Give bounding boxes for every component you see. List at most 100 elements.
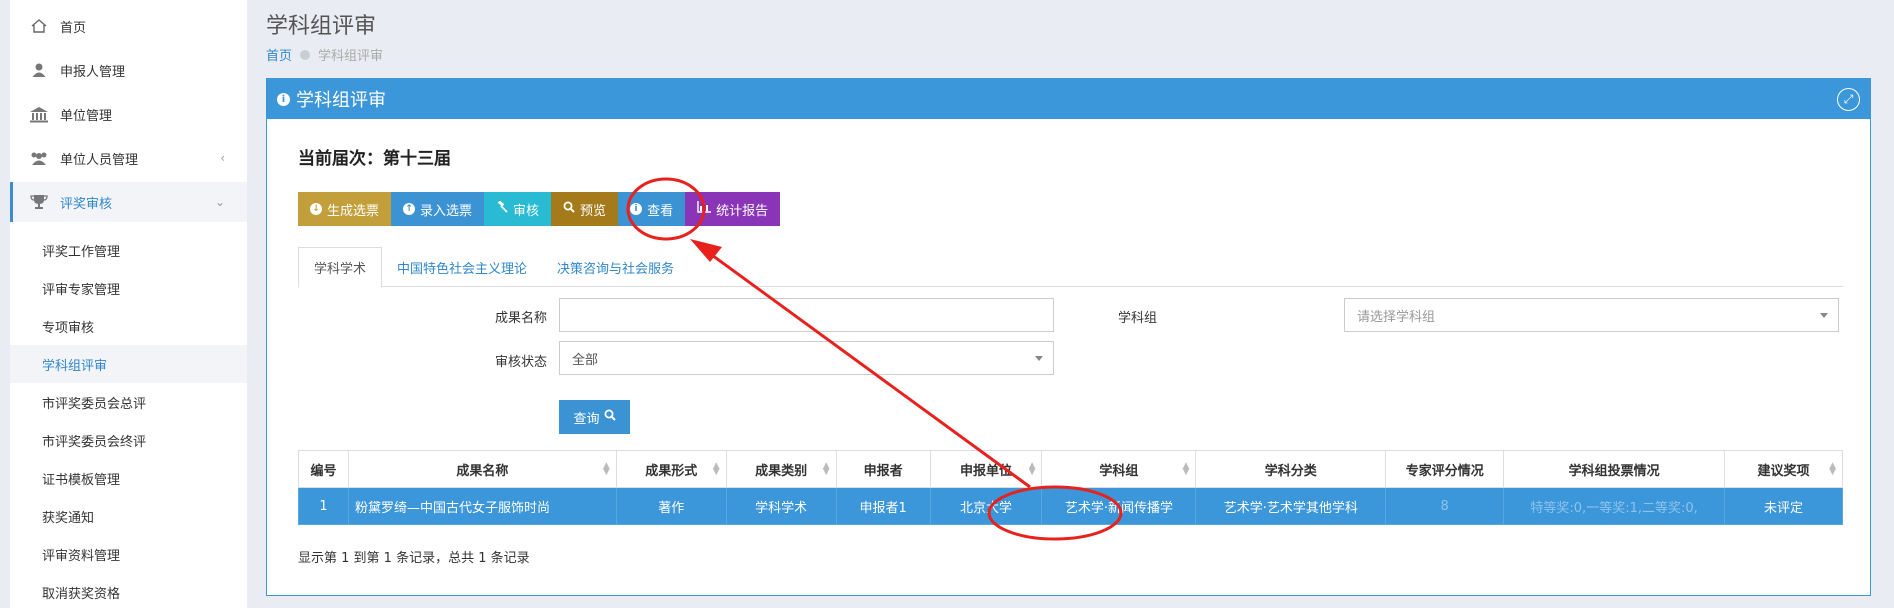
column-header[interactable]: 成果形式 ▲ ▼: [615, 450, 727, 488]
submenu-label: 市评奖委员会总评: [42, 396, 147, 412]
table-header-row: 编号 成果名称 ▲ ▼ 成果形式 ▲ ▼ 成果类别 ▲ ▼ 申报者 申报单位 ▲ ▼ 学科组 ▲ ▼…: [298, 450, 1843, 488]
review-status-label: 审核状态: [494, 355, 547, 370]
header-label: 建议奖项: [1757, 463, 1810, 479]
submenu-item-current[interactable]: 学科组评审: [10, 345, 247, 383]
column-header[interactable]: 申报单位 ▲ ▼: [929, 450, 1043, 488]
column-header[interactable]: 建议奖项 ▲ ▼: [1724, 450, 1843, 488]
table-cell: 北京大学: [929, 487, 1043, 525]
button-label: 统计报告: [716, 203, 769, 219]
submenu-label: 专项审核: [42, 320, 95, 336]
info-icon: i: [277, 92, 290, 106]
table-cell: 申报者1: [835, 487, 931, 525]
sort-icon: ▲ ▼: [1028, 461, 1036, 477]
sidebar-item-label: 申报人管理: [60, 64, 126, 80]
submenu-label: 评审资料管理: [42, 548, 121, 564]
tab-academic[interactable]: 学科学术: [298, 247, 383, 288]
sort-icon: ▲ ▼: [712, 461, 720, 477]
submenu-item[interactable]: 评奖工作管理: [10, 231, 247, 269]
bank-icon: [28, 104, 50, 124]
sidebar-item-label: 首页: [60, 20, 87, 36]
column-header[interactable]: 学科分类: [1195, 450, 1387, 488]
submenu-item[interactable]: 取消获奖资格: [10, 573, 247, 608]
column-header[interactable]: 编号: [298, 450, 349, 488]
table-cell: 未评定: [1724, 487, 1843, 525]
results-table: 编号 成果名称 ▲ ▼ 成果形式 ▲ ▼ 成果类别 ▲ ▼ 申报者 申报单位 ▲ ▼ 学科组 ▲ ▼…: [298, 450, 1843, 525]
panel-title: 学科组评审: [296, 90, 386, 111]
gavel-icon: [496, 200, 508, 217]
sidebar: 首页 申报人管理 单位管理 单位人员管理 ‹ 评奖审核 ⌄ 评奖工作管理 评审专…: [0, 0, 247, 608]
expand-icon[interactable]: ⤢: [1837, 88, 1860, 111]
column-header[interactable]: 成果类别 ▲ ▼: [725, 450, 837, 488]
sort-icon: ▲ ▼: [822, 461, 830, 477]
generate-ballot-button[interactable]: ↓ 生成选票: [298, 192, 392, 226]
bar-chart-icon: [697, 201, 712, 217]
preview-button[interactable]: 预览: [551, 192, 619, 226]
header-label: 学科组投票情况: [1568, 463, 1660, 479]
submenu-label: 学科组评审: [42, 358, 108, 374]
table-cell: 特等奖:0,一等奖:1,二等奖:0,: [1503, 487, 1726, 525]
header-label: 成果名称: [456, 463, 509, 479]
breadcrumb: 首页 学科组评审: [266, 45, 383, 64]
table-cell: 著作: [615, 487, 727, 525]
info-circle-icon: i: [630, 203, 643, 215]
sidebar-item-applicants[interactable]: 申报人管理: [10, 50, 247, 90]
home-icon: [28, 16, 50, 36]
download-circle-icon: ↓: [310, 203, 322, 215]
column-header[interactable]: 学科组 ▲ ▼: [1041, 450, 1197, 488]
sort-icon: ▲ ▼: [1182, 461, 1190, 477]
table-row[interactable]: 1 粉黛罗绮—中国古代女子服饰时尚 著作 学科学术 申报者1 北京大学 艺术学·…: [298, 487, 1843, 525]
search-icon: [563, 201, 575, 217]
header-label: 申报者: [863, 463, 903, 479]
submenu-item[interactable]: 市评奖委员会终评: [10, 421, 247, 459]
breadcrumb-home-link[interactable]: 首页: [266, 45, 292, 64]
breadcrumb-current: 学科组评审: [318, 49, 384, 64]
tab-decision-consulting[interactable]: 决策咨询与社会服务: [542, 247, 689, 287]
sidebar-item-units[interactable]: 单位管理: [10, 94, 247, 134]
enter-ballot-button[interactable]: ↑ 录入选票: [391, 192, 485, 226]
sort-icon: ▲ ▼: [602, 461, 610, 477]
button-label: 查询: [573, 411, 600, 427]
subject-group-select[interactable]: 请选择学科组: [1344, 298, 1839, 332]
submenu-label: 取消获奖资格: [42, 586, 121, 602]
header-label: 专家评分情况: [1405, 463, 1484, 479]
achievement-name-label: 成果名称: [494, 311, 547, 326]
column-header[interactable]: 申报者: [835, 450, 931, 488]
sidebar-item-label: 单位管理: [60, 108, 113, 124]
submenu-label: 获奖通知: [42, 510, 95, 526]
achievement-name-input[interactable]: [559, 298, 1054, 332]
column-header[interactable]: 专家评分情况: [1385, 450, 1505, 488]
sidebar-item-home[interactable]: 首页: [10, 6, 247, 46]
table-cell: 艺术学·新闻传播学: [1041, 487, 1197, 525]
toolbar: ↓ 生成选票 ↑ 录入选票 审核 预览 i 查看 统计报告: [298, 192, 781, 226]
review-button[interactable]: 审核: [484, 192, 552, 226]
submenu-item[interactable]: 评审专家管理: [10, 269, 247, 307]
subject-group-label: 学科组: [1117, 311, 1157, 326]
sidebar-item-unit-staff[interactable]: 单位人员管理 ‹: [10, 138, 247, 178]
chevron-left-icon: ‹: [220, 151, 225, 165]
statistics-report-button[interactable]: 统计报告: [685, 192, 781, 226]
table-cell: 艺术学·艺术学其他学科: [1195, 487, 1387, 525]
submenu-item[interactable]: 证书模板管理: [10, 459, 247, 497]
header-label: 成果形式: [645, 463, 698, 479]
tab-socialist-theory[interactable]: 中国特色社会主义理论: [382, 247, 542, 287]
sidebar-item-award-review[interactable]: 评奖审核 ⌄: [10, 182, 247, 222]
button-label: 录入选票: [420, 203, 473, 219]
submenu-item[interactable]: 市评奖委员会总评: [10, 383, 247, 421]
caret-down-icon: [1035, 356, 1043, 361]
header-label: 编号: [310, 463, 337, 479]
submenu-item[interactable]: 评审资料管理: [10, 535, 247, 573]
view-button[interactable]: i 查看: [618, 192, 686, 226]
review-status-select[interactable]: 全部: [559, 341, 1054, 375]
submenu-item[interactable]: 专项审核: [10, 307, 247, 345]
select-value: 全部: [572, 352, 599, 368]
query-button[interactable]: 查询: [559, 400, 630, 434]
current-session-label: 当前届次：第十三届: [298, 149, 451, 169]
table-cell: 粉黛罗绮—中国古代女子服饰时尚: [347, 487, 617, 525]
submenu-item[interactable]: 获奖通知: [10, 497, 247, 535]
page-title: 学科组评审: [266, 14, 377, 39]
user-icon: [28, 60, 50, 80]
users-icon: [28, 148, 50, 168]
select-placeholder: 请选择学科组: [1357, 309, 1436, 325]
column-header[interactable]: 学科组投票情况: [1503, 450, 1726, 488]
column-header[interactable]: 成果名称 ▲ ▼: [347, 450, 617, 488]
